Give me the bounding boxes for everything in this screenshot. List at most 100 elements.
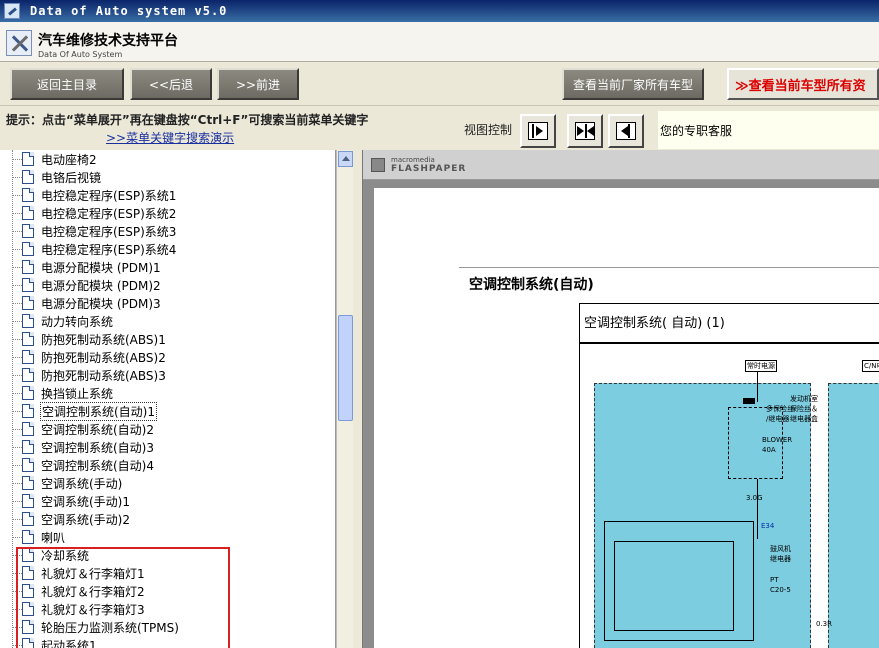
fuse-icon (743, 398, 755, 404)
tree-item-label: 喇叭 (41, 531, 66, 545)
document-icon (22, 206, 34, 220)
expand-left-icon (616, 122, 636, 140)
document-icon (22, 314, 34, 328)
tree-item[interactable]: 喇叭 (0, 528, 335, 546)
tree-connector (12, 159, 22, 160)
tree-item[interactable]: 电控稳定程序(ESP)系统1 (0, 186, 335, 204)
forward-button[interactable]: >>前进 (217, 68, 299, 100)
tree-scrollbar[interactable] (336, 150, 353, 648)
document-icon (22, 368, 34, 382)
tree-item[interactable]: 空调控制系统(自动)1 (0, 402, 335, 421)
tree-item-label: 防抱死制动系统(ABS)2 (41, 351, 166, 365)
tree-item[interactable]: 电源分配模块 (PDM)3 (0, 294, 335, 312)
maker-models-button[interactable]: 查看当前厂家所有车型 (562, 68, 704, 100)
tree-item[interactable]: 电源分配模块 (PDM)2 (0, 276, 335, 294)
diagram-label-multi-fuse: 多保险丝 (766, 405, 794, 413)
scroll-thumb[interactable] (338, 315, 353, 421)
tree-item[interactable]: 动力转向系统 (0, 312, 335, 330)
menu-tree: 电动座椅2 电铬后视镜 电控稳定程序(ESP)系统1 电控稳定程序(ESP)系统2 电控… (0, 150, 336, 648)
home-button[interactable]: 返回主目录 (10, 68, 124, 100)
view-expand-left-button[interactable] (608, 114, 644, 148)
tree-connector (12, 447, 22, 448)
tree-item-label: 电动座椅2 (41, 153, 97, 167)
customer-service-panel[interactable]: 您的专职客服 (658, 111, 879, 149)
tree-item[interactable]: 电动座椅2 (0, 150, 335, 168)
tree-item[interactable]: 电控稳定程序(ESP)系统3 (0, 222, 335, 240)
tree-item-label: 空调控制系统(自动)2 (41, 423, 154, 437)
tree-item-label: 电铬后视镜 (41, 171, 102, 185)
tree-connector (12, 213, 22, 214)
tree-item-label: 电源分配模块 (PDM)1 (41, 261, 161, 275)
tree-item-label: 空调控制系统(自动)1 (40, 402, 157, 421)
document-icon (22, 350, 34, 364)
tree-item[interactable]: 换挡锁止系统 (0, 384, 335, 402)
tree-connector (12, 177, 22, 178)
tree-item-label: 防抱死制动系统(ABS)1 (41, 333, 166, 347)
document-viewer: macromedia FLASHPAPER 空调控制系统(自动) 空调控制系统(… (362, 150, 879, 648)
tree-item[interactable]: 空调控制系统(自动)4 (0, 456, 335, 474)
tree-item-label: 电控稳定程序(ESP)系统1 (41, 189, 177, 203)
tree-item[interactable]: 空调系统(手动)2 (0, 510, 335, 528)
app-icon (4, 3, 20, 19)
tree-item-label: 动力转向系统 (41, 315, 114, 329)
highlight-box (16, 547, 230, 648)
tree-item[interactable]: 空调系统(手动) (0, 474, 335, 492)
document-icon (22, 422, 34, 436)
tree-connector (12, 285, 22, 286)
tree-connector (12, 537, 22, 538)
tree-connector (12, 483, 22, 484)
diagram-label-3og: 3.0G (746, 494, 763, 502)
diagram-label-fuse-and: 保险丝＆ (790, 405, 818, 413)
tree-item[interactable]: 电铬后视镜 (0, 168, 335, 186)
tree-item[interactable]: 电源分配模块 (PDM)1 (0, 258, 335, 276)
wiring-diagram: 空调控制系统( 自动) (1) 常时电源 C/N电 发动机室 保险丝＆ 继电器盒… (579, 303, 879, 648)
app-subtitle: Data Of Auto System (38, 50, 123, 59)
search-demo-link[interactable]: >>菜单关键字搜索演示 (106, 129, 234, 146)
tree-connector (12, 267, 22, 268)
tree-connector (12, 429, 22, 430)
tree-item[interactable]: 防抱死制动系统(ABS)2 (0, 348, 335, 366)
customer-service-label: 您的专职客服 (660, 124, 733, 138)
window-title-bar: Data of Auto system v5.0 (0, 0, 879, 22)
tree-connector (12, 339, 22, 340)
tree-item[interactable]: 防抱死制动系统(ABS)3 (0, 366, 335, 384)
window-title: Data of Auto system v5.0 (30, 4, 228, 18)
diagram-panel-right (828, 383, 879, 648)
tree-item-label: 空调系统(手动)2 (41, 513, 130, 527)
tree-item-label: 空调系统(手动)1 (41, 495, 130, 509)
tree-item-label: 电控稳定程序(ESP)系统4 (41, 243, 177, 257)
tree-item[interactable]: 空调控制系统(自动)3 (0, 438, 335, 456)
document-icon (22, 242, 34, 256)
diagram-label-03r: 0.3R (816, 620, 832, 628)
tree-item-label: 防抱死制动系统(ABS)3 (41, 369, 166, 383)
diagram-relay-inner (614, 541, 734, 631)
tree-connector (12, 357, 22, 358)
diagram-label-relay-box: 继电器盒 (790, 415, 818, 423)
tree-item-label: 空调控制系统(自动)4 (41, 459, 154, 473)
tree-item-label: 电源分配模块 (PDM)2 (41, 279, 161, 293)
diagram-label-blower: BLOWER (762, 436, 793, 444)
toolbar: 返回主目录 <<后退 >>前进 查看当前厂家所有车型 ≫查看当前车型所有资 (0, 62, 879, 106)
tree-connector (12, 411, 22, 412)
all-models-button[interactable]: ≫查看当前车型所有资 (727, 68, 879, 100)
view-split-button[interactable] (567, 114, 603, 148)
back-button[interactable]: <<后退 (130, 68, 212, 100)
diagram-label-cn: C/N电 (862, 360, 879, 372)
view-expand-right-button[interactable] (520, 114, 556, 148)
document-icon (22, 332, 34, 346)
document-icon (22, 188, 34, 202)
tree-item-label: 空调系统(手动) (41, 477, 123, 491)
tree-item[interactable]: 防抱死制动系统(ABS)1 (0, 330, 335, 348)
tree-item[interactable]: 空调控制系统(自动)2 (0, 420, 335, 438)
document-title: 空调控制系统(自动) (469, 277, 594, 293)
document-page[interactable]: 空调控制系统(自动) 空调控制系统( 自动) (1) 常时电源 C/N电 发动机… (374, 188, 879, 648)
diagram-wire-2 (757, 479, 758, 539)
tree-item[interactable]: 电控稳定程序(ESP)系统2 (0, 204, 335, 222)
scroll-up-icon[interactable] (338, 151, 353, 167)
tree-connector (12, 321, 22, 322)
split-view-icon (575, 122, 595, 140)
tree-item[interactable]: 空调系统(手动)1 (0, 492, 335, 510)
document-icon (22, 530, 34, 544)
diagram-label-engine-room: 发动机室 (790, 395, 818, 403)
tree-item[interactable]: 电控稳定程序(ESP)系统4 (0, 240, 335, 258)
